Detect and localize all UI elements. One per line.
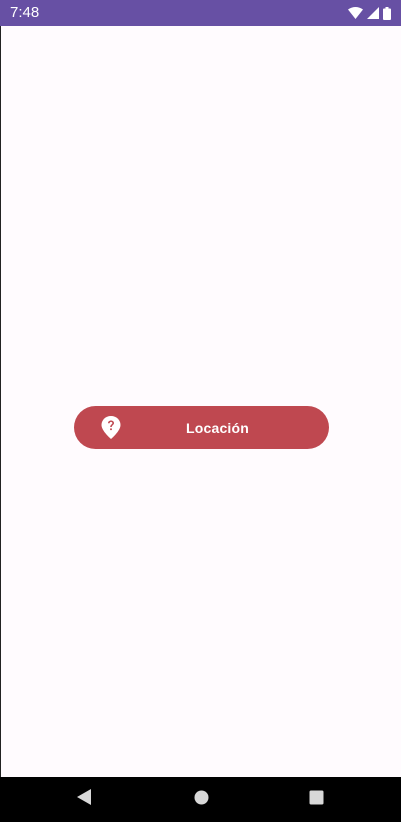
- navigation-bar: [0, 777, 401, 822]
- back-icon: [76, 789, 92, 810]
- location-button[interactable]: Locación: [74, 406, 329, 449]
- recents-button[interactable]: [296, 777, 336, 822]
- home-button[interactable]: [181, 777, 221, 822]
- home-icon: [194, 790, 209, 810]
- back-button[interactable]: [64, 777, 104, 822]
- main-content: Locación: [0, 26, 401, 777]
- recents-icon: [309, 790, 324, 810]
- status-bar: 7:48: [0, 0, 401, 26]
- wifi-icon: [348, 7, 363, 19]
- location-unknown-icon: [101, 416, 121, 439]
- status-icons: [348, 6, 391, 20]
- battery-icon: [383, 6, 391, 20]
- status-time: 7:48: [10, 4, 40, 21]
- cellular-signal-icon: [367, 7, 379, 19]
